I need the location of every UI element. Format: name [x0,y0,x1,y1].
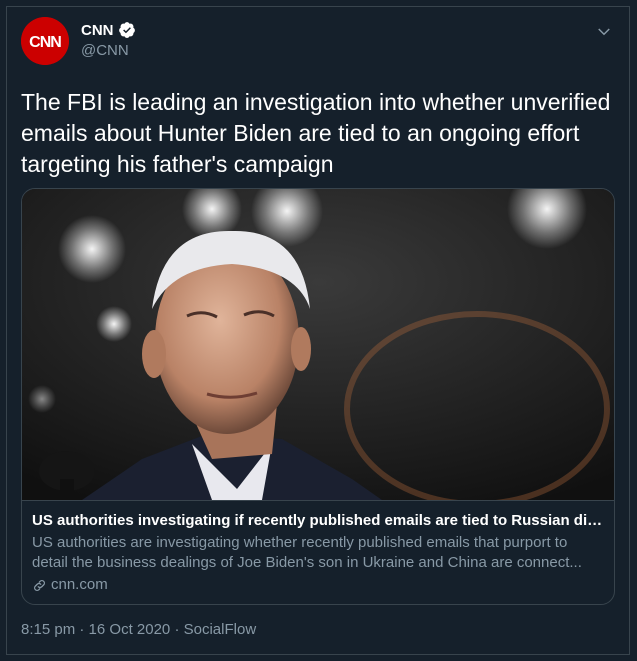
tweet-source[interactable]: SocialFlow [184,621,257,638]
card-body[interactable]: US authorities investigating if recently… [22,500,614,604]
card-image[interactable] [22,189,614,500]
svg-text:CNN: CNN [29,34,61,51]
avatar[interactable]: CNN [21,17,69,65]
card-title[interactable]: US authorities investigating if recently… [32,511,606,531]
card-description-line-1: US authorities are investigating whether… [32,534,568,551]
meta-separator: · [75,621,89,638]
card-description-line-2: detail the business dealings of Joe Bide… [32,554,582,571]
photo-of-man-icon [22,189,614,500]
tweet-time[interactable]: 8:15 pm [21,621,75,638]
handle[interactable]: @CNN [81,42,136,59]
card-domain[interactable]: cnn.com [32,575,606,595]
cnn-logo-icon: CNN [21,17,69,65]
meta-separator: · [170,621,184,638]
tweet-date[interactable]: 16 Oct 2020 [89,621,171,638]
verified-badge-icon [118,22,135,38]
tweet-meta: 8:15 pm · 16 Oct 2020 · SocialFlow [21,621,256,638]
tweet-text: The FBI is leading an investigation into… [21,89,611,177]
tweet-card[interactable]: CNN CNN @CNN The FBI is leading an inves… [6,6,630,655]
tweet-header: CNN CNN @CNN [21,17,615,77]
chevron-down-icon[interactable] [595,23,613,41]
link-card[interactable]: US authorities investigating if recently… [21,188,615,605]
display-name[interactable]: CNN [81,22,114,39]
card-domain-text[interactable]: cnn.com [51,575,108,595]
card-description: US authorities are investigating whether… [32,533,606,573]
account-info[interactable]: CNN @CNN [81,21,136,59]
link-icon [34,579,45,591]
